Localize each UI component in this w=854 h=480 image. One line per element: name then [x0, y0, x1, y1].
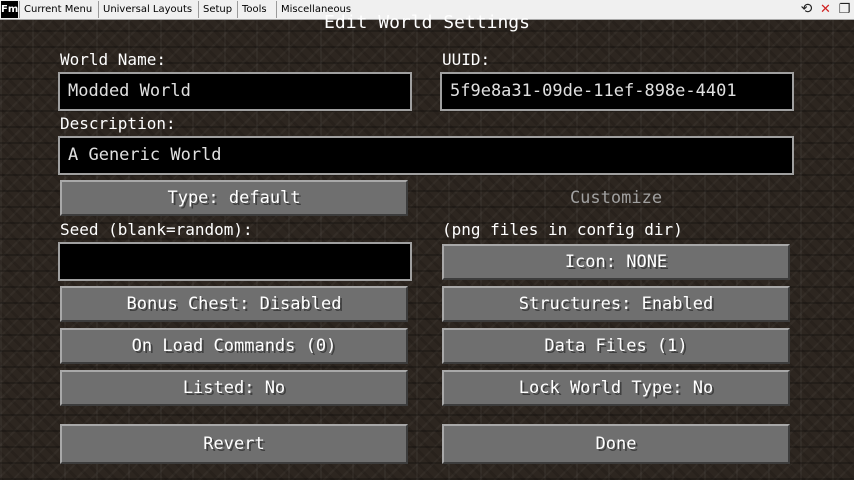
icon-hint-label: (png files in config dir) [442, 220, 683, 239]
seed-field[interactable] [58, 242, 412, 281]
type-button[interactable]: Type: default [60, 180, 408, 216]
data-files-button[interactable]: Data Files (1) [442, 328, 790, 364]
description-label: Description: [60, 114, 176, 133]
customize-button[interactable]: Customize [442, 180, 790, 216]
icon-button[interactable]: Icon: NONE [442, 244, 790, 280]
revert-button[interactable]: Revert [60, 424, 408, 464]
world-name-label: World Name: [60, 50, 166, 69]
bonus-chest-button[interactable]: Bonus Chest: Disabled [60, 286, 408, 322]
world-name-field[interactable]: Modded World [58, 72, 412, 111]
uuid-label: UUID: [442, 50, 491, 69]
uuid-field[interactable]: 5f9e8a31-09de-11ef-898e-4401 [440, 72, 794, 111]
description-field[interactable]: A Generic World [58, 136, 794, 175]
on-load-commands-button[interactable]: On Load Commands (0) [60, 328, 408, 364]
lock-world-type-button[interactable]: Lock World Type: No [442, 370, 790, 406]
structures-button[interactable]: Structures: Enabled [442, 286, 790, 322]
page-title: Edit World Settings [324, 12, 530, 33]
seed-label: Seed (blank=random): [60, 220, 253, 239]
listed-button[interactable]: Listed: No [60, 370, 408, 406]
done-button[interactable]: Done [442, 424, 790, 464]
